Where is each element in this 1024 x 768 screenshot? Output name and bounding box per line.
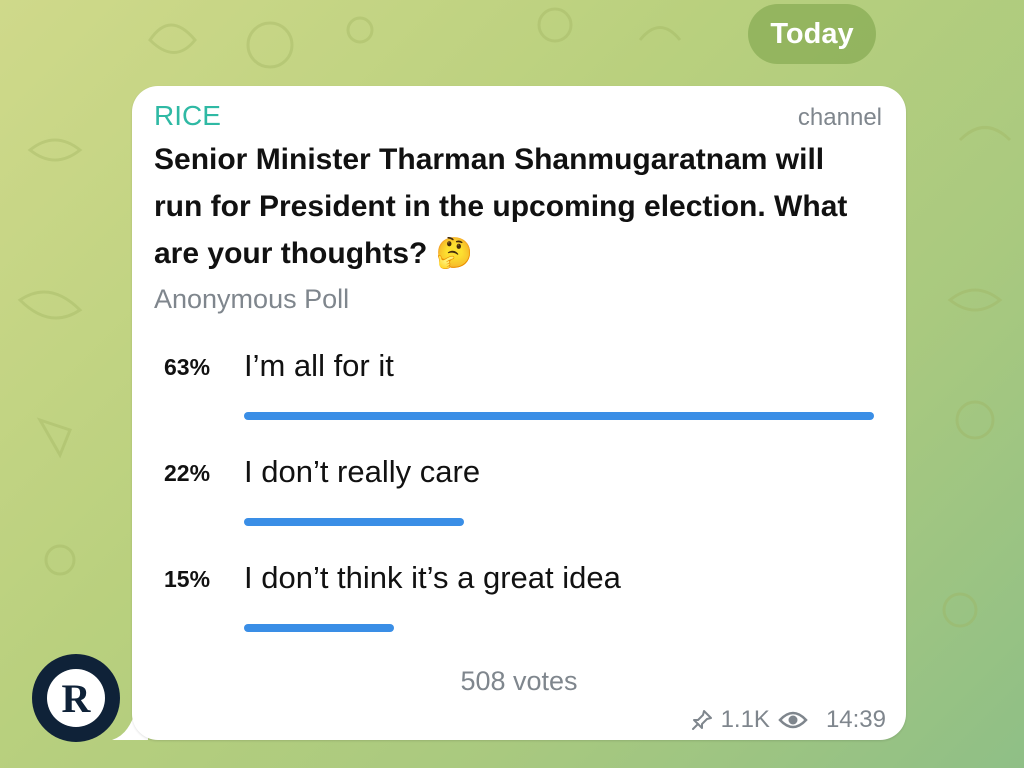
poll-option-label: I don’t think it’s a great idea — [244, 560, 621, 595]
vote-count[interactable]: 508 votes — [132, 666, 906, 697]
channel-badge: channel — [797, 104, 882, 131]
message-meta: 1.1K 14:39 — [691, 706, 886, 734]
poll-question-text: Senior Minister Tharman Shanmugaratnam w… — [154, 143, 848, 270]
avatar-letter: R — [47, 669, 105, 727]
poll-option-bar — [244, 624, 394, 632]
thinking-face-emoji: 🤔 — [435, 237, 474, 270]
poll-option-percent: 22% — [164, 460, 211, 486]
view-count: 1.1K — [720, 706, 770, 733]
pin-icon — [691, 710, 712, 730]
eye-icon — [778, 711, 808, 729]
poll-option-label: I’m all for it — [244, 348, 394, 383]
date-divider: Today — [748, 4, 876, 64]
sender-name[interactable]: RICE — [154, 100, 221, 132]
poll-option-2[interactable]: 22% I don’t really care — [154, 448, 884, 538]
poll-option-label: I don’t really care — [244, 454, 481, 489]
poll-message-bubble[interactable]: RICE channel Senior Minister Tharman Sha… — [132, 86, 906, 740]
poll-question: Senior Minister Tharman Shanmugaratnam w… — [154, 136, 874, 277]
poll-type-label: Anonymous Poll — [154, 284, 350, 314]
poll-option-bar — [244, 412, 874, 420]
poll-option-bar — [244, 518, 464, 526]
poll-option-percent: 63% — [164, 354, 211, 380]
date-divider-label: Today — [770, 17, 854, 50]
poll-option-1[interactable]: 63% I’m all for it — [154, 342, 884, 432]
channel-avatar[interactable]: R — [32, 654, 120, 742]
poll-option-3[interactable]: 15% I don’t think it’s a great idea — [154, 554, 884, 644]
poll-option-percent: 15% — [164, 566, 211, 592]
message-time: 14:39 — [825, 706, 886, 733]
